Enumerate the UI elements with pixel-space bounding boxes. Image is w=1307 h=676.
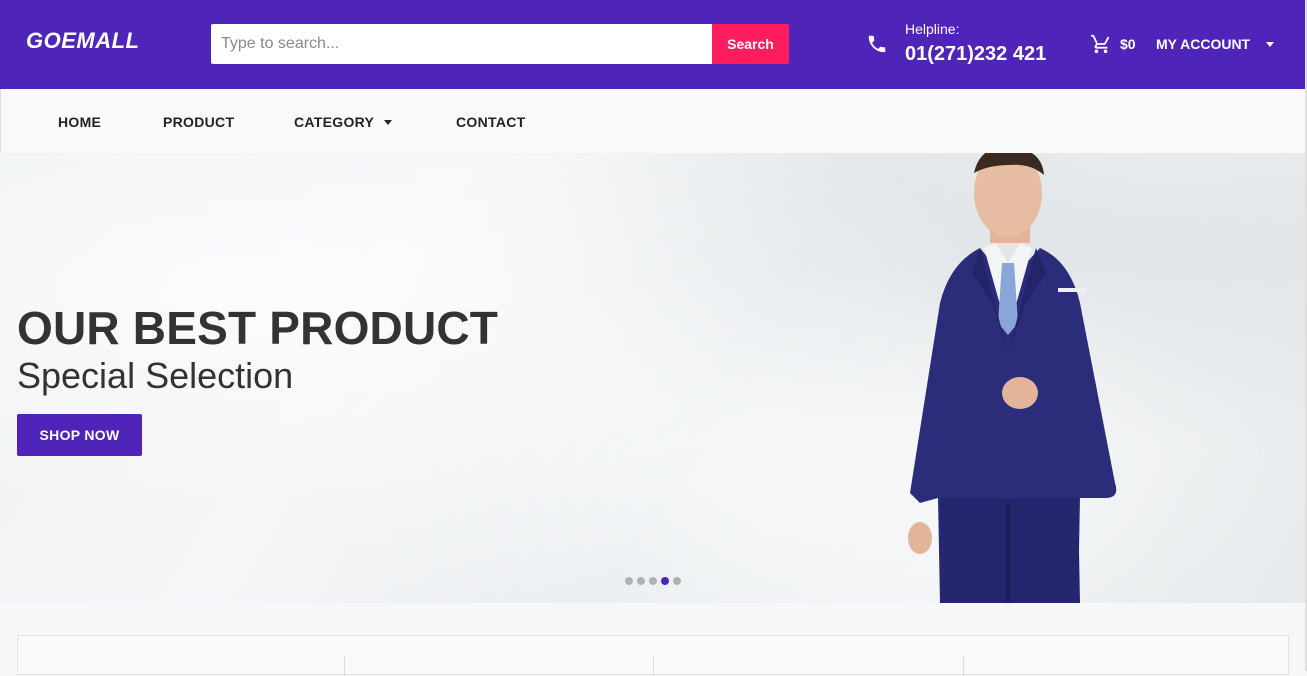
hero-subtitle: Special Selection xyxy=(17,355,294,396)
slider-dot-4[interactable] xyxy=(661,577,669,585)
cart-total: $0 xyxy=(1120,36,1136,52)
nav-category[interactable]: CATEGORY xyxy=(294,114,393,130)
nav-contact-label: CONTACT xyxy=(456,114,526,130)
panel-divider xyxy=(963,656,964,676)
hero-model-image xyxy=(908,153,1117,603)
site-logo[interactable]: GOEMALL xyxy=(26,28,140,54)
panel-divider xyxy=(344,656,345,676)
slider-dot-5[interactable] xyxy=(673,577,681,585)
my-account-menu[interactable]: MY ACCOUNT xyxy=(1156,36,1275,52)
chevron-down-icon xyxy=(384,119,393,125)
nav-product-label: PRODUCT xyxy=(163,114,235,130)
slider-dot-2[interactable] xyxy=(637,577,645,585)
slider-dot-1[interactable] xyxy=(625,577,633,585)
nav-home[interactable]: HOME xyxy=(58,114,101,130)
phone-icon xyxy=(868,35,886,53)
nav-home-label: HOME xyxy=(58,114,102,130)
nav-category-label: CATEGORY xyxy=(294,114,375,130)
helpline-number[interactable]: 01(271)232 421 xyxy=(905,43,1046,66)
hero-title: OUR BEST PRODUCT xyxy=(17,302,499,354)
cart-button[interactable]: $0 xyxy=(1090,33,1136,55)
slider-dot-3[interactable] xyxy=(649,577,657,585)
top-header: GOEMALL Search Helpline: 01(271)232 421 … xyxy=(0,0,1307,89)
helpline-label: Helpline: xyxy=(905,21,960,37)
slider-pagination xyxy=(625,577,681,585)
main-nav: HOME PRODUCT CATEGORY CONTACT xyxy=(0,89,1307,153)
search-bar: Search xyxy=(211,24,789,64)
cart-icon xyxy=(1090,34,1110,54)
chevron-down-icon xyxy=(1266,41,1275,47)
panel-divider xyxy=(653,656,654,676)
features-panel xyxy=(17,635,1289,676)
search-button[interactable]: Search xyxy=(712,24,789,64)
nav-product[interactable]: PRODUCT xyxy=(163,114,234,130)
account-label: MY ACCOUNT xyxy=(1156,36,1251,52)
search-input[interactable] xyxy=(211,24,712,64)
shop-now-button[interactable]: SHOP NOW xyxy=(17,414,142,456)
hero-slider: OUR BEST PRODUCT Special Selection SHOP … xyxy=(0,153,1307,603)
features-section xyxy=(0,603,1307,676)
nav-contact[interactable]: CONTACT xyxy=(456,114,526,130)
